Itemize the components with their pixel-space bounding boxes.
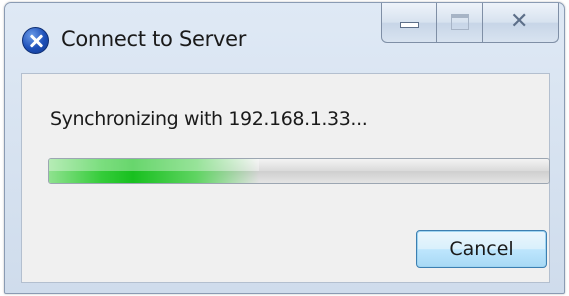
- close-icon: ✕: [510, 9, 529, 34]
- title-bar[interactable]: Connect to Server ✕: [5, 3, 564, 73]
- caption-buttons: ✕: [381, 3, 559, 43]
- app-icon: [22, 27, 49, 54]
- progress-bar: [48, 158, 550, 184]
- cancel-button[interactable]: Cancel: [416, 230, 547, 268]
- close-button[interactable]: ✕: [483, 3, 559, 43]
- dialog-window: Connect to Server ✕ Synchronizing with 1…: [4, 2, 565, 294]
- minimize-button[interactable]: [381, 3, 437, 43]
- minimize-icon: [400, 22, 419, 28]
- maximize-icon: [451, 14, 469, 30]
- progress-fill: [49, 159, 259, 183]
- status-message: Synchronizing with 192.168.1.33...: [50, 108, 368, 130]
- window-title: Connect to Server: [61, 27, 247, 51]
- maximize-button: [437, 3, 483, 43]
- dialog-body: Synchronizing with 192.168.1.33... Cance…: [21, 73, 550, 283]
